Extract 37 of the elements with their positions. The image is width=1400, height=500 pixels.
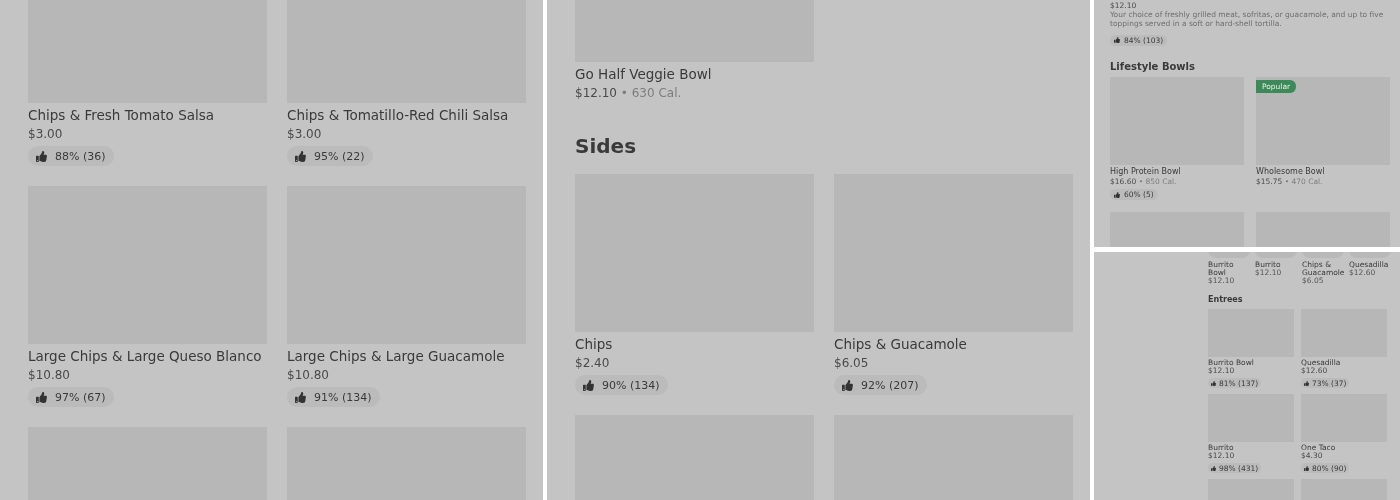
item-name[interactable]: High Protein Bowl: [1110, 167, 1181, 177]
thumbs-up-icon: [295, 150, 306, 162]
rating-text: 91% (134): [314, 390, 372, 404]
rating-text: 95% (22): [314, 149, 365, 163]
thumbs-up-icon: [583, 379, 594, 391]
item-price: $10.80: [287, 367, 329, 384]
rating-text: 97% (67): [55, 390, 106, 404]
thumbs-up-icon: [1211, 465, 1216, 471]
item-price: $2.40: [575, 355, 610, 372]
item-price: $10.80: [28, 367, 70, 384]
item-price: $3.00: [28, 126, 63, 143]
thumbs-up-icon: [36, 391, 47, 403]
item-price: $6.05: [834, 355, 869, 372]
section-heading: Lifestyle Bowls: [1110, 60, 1196, 74]
section-heading: Entrees: [1208, 294, 1244, 306]
item-name[interactable]: Chips & Tomatillo-Red Chili Salsa: [287, 105, 509, 125]
item-name[interactable]: Chips & Guacamole: [834, 334, 967, 354]
thumbs-up-icon: [842, 379, 853, 391]
item-price: $12.10 • 630 Cal.: [575, 85, 682, 102]
rating-text: 88% (36): [55, 149, 106, 163]
item-price: $3.00: [287, 126, 322, 143]
item-name[interactable]: Chips & Fresh Tomato Salsa: [28, 105, 215, 125]
item-name[interactable]: Chips: [575, 334, 613, 354]
item-name[interactable]: Large Chips & Large Queso Blanco: [28, 346, 262, 366]
thumbs-up-icon: [36, 150, 47, 162]
rating-text: 92% (207): [861, 378, 919, 392]
thumbs-up-icon: [1114, 37, 1120, 43]
section-heading: Sides: [575, 133, 638, 159]
rating-text: 90% (134): [602, 378, 660, 392]
thumbs-up-icon: [1114, 191, 1120, 198]
thumbs-up-icon: [1304, 380, 1309, 386]
item-name[interactable]: Go Half Veggie Bowl: [575, 64, 712, 84]
thumbs-up-icon: [295, 391, 306, 403]
thumbs-up-icon: [1304, 465, 1309, 471]
item-name[interactable]: Wholesome Bowl: [1256, 167, 1325, 177]
item-name[interactable]: Large Chips & Large Guacamole: [287, 346, 505, 366]
thumbs-up-icon: [1211, 380, 1216, 386]
